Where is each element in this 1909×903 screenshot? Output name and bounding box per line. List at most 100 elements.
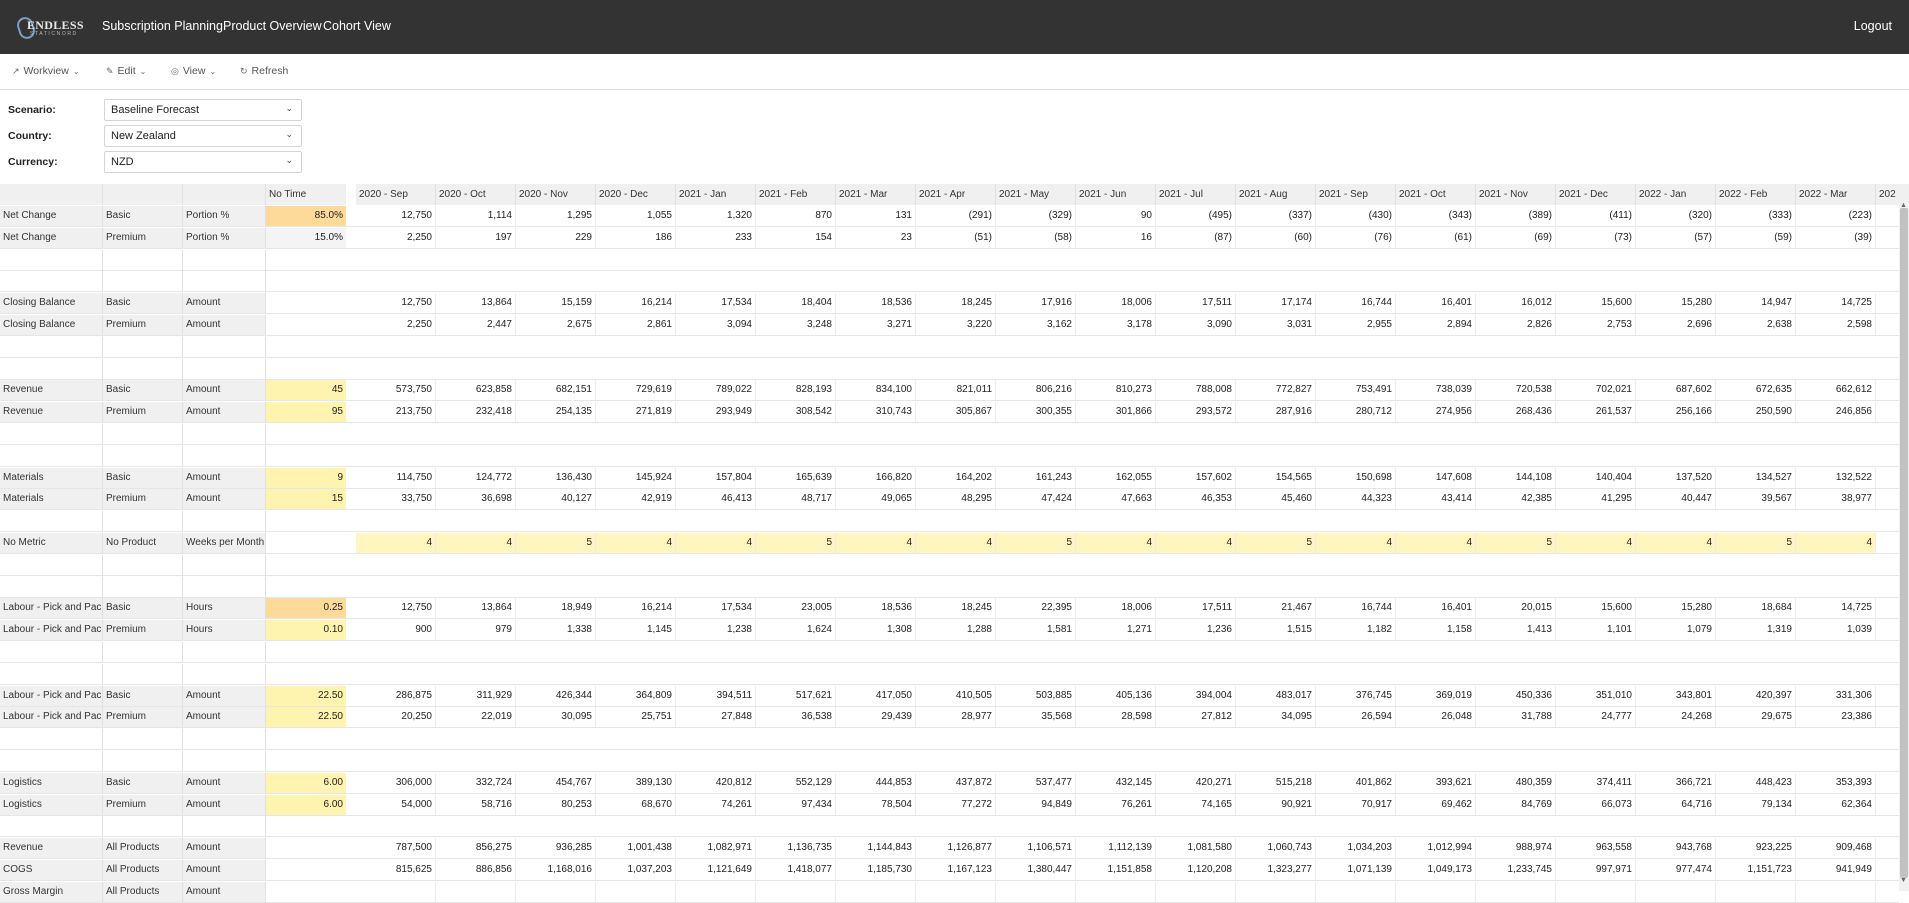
value-cell[interactable]: 988,974 — [1476, 838, 1556, 859]
value-cell[interactable]: 834,100 — [836, 380, 916, 401]
company-logo[interactable]: ENDLESS STATICNORD — [14, 13, 83, 41]
value-cell[interactable]: 682,151 — [516, 380, 596, 401]
value-cell[interactable]: 186 — [596, 227, 676, 248]
value-cell[interactable]: 29,675 — [1716, 707, 1796, 728]
value-cell[interactable] — [1796, 881, 1876, 902]
value-cell[interactable]: 18,536 — [836, 598, 916, 619]
value-cell[interactable]: 623,858 — [436, 380, 516, 401]
value-cell[interactable]: 154,565 — [1236, 467, 1316, 488]
value-cell[interactable]: 232,418 — [436, 402, 516, 423]
value-cell[interactable]: 18,245 — [916, 293, 996, 314]
value-cell[interactable] — [1236, 881, 1316, 902]
value-cell[interactable]: 271,819 — [596, 402, 676, 423]
value-cell[interactable]: 24,777 — [1556, 707, 1636, 728]
view-menu[interactable]: ◎ View ⌄ — [171, 65, 216, 77]
value-cell[interactable]: 18,245 — [916, 598, 996, 619]
value-cell[interactable]: 46,413 — [676, 489, 756, 510]
value-cell[interactable] — [676, 881, 756, 902]
value-cell[interactable]: 720,538 — [1476, 380, 1556, 401]
nav-subscription-planning[interactable]: Subscription Planning — [102, 0, 223, 54]
value-cell[interactable] — [1316, 881, 1396, 902]
no-time-value-cell[interactable]: 0.25 — [266, 598, 346, 619]
value-cell[interactable]: 923,225 — [1716, 838, 1796, 859]
value-cell[interactable]: 738,039 — [1396, 380, 1476, 401]
value-cell[interactable]: 1,081,580 — [1156, 838, 1236, 859]
value-cell[interactable]: 31,788 — [1476, 707, 1556, 728]
value-cell[interactable]: 3,271 — [836, 315, 916, 335]
value-cell[interactable] — [356, 881, 436, 902]
value-cell[interactable]: 46,353 — [1156, 489, 1236, 510]
no-time-value-cell[interactable]: 0.10 — [266, 620, 346, 641]
value-cell[interactable] — [1556, 881, 1636, 902]
value-cell[interactable]: 305,867 — [916, 402, 996, 423]
nav-product-overview[interactable]: Product Overview — [223, 0, 322, 54]
value-cell[interactable]: 4 — [1076, 533, 1156, 553]
value-cell[interactable]: 16,744 — [1316, 293, 1396, 314]
value-cell[interactable] — [1636, 881, 1716, 902]
scrollbar-thumb[interactable] — [1900, 208, 1908, 878]
value-cell[interactable]: 250,590 — [1716, 402, 1796, 423]
value-cell[interactable]: 1,185,730 — [836, 860, 916, 880]
value-cell[interactable]: 1,037,203 — [596, 860, 676, 880]
value-cell[interactable]: 22,019 — [436, 707, 516, 728]
value-cell[interactable]: 1,581 — [996, 620, 1076, 641]
value-cell[interactable]: 332,724 — [436, 772, 516, 793]
value-cell[interactable]: 364,809 — [596, 685, 676, 706]
value-cell[interactable]: 136,430 — [516, 467, 596, 488]
value-cell[interactable]: 828,193 — [756, 380, 836, 401]
value-cell[interactable]: 401,862 — [1316, 772, 1396, 793]
value-cell[interactable]: 4 — [596, 533, 676, 553]
value-cell[interactable]: 2,598 — [1796, 315, 1876, 335]
value-cell[interactable]: 78,504 — [836, 794, 916, 815]
value-cell[interactable] — [756, 881, 836, 902]
column-header[interactable]: 2021 - Feb — [756, 184, 836, 205]
value-cell[interactable] — [1156, 881, 1236, 902]
value-cell[interactable]: 40,127 — [516, 489, 596, 510]
value-cell[interactable]: 4 — [676, 533, 756, 553]
value-cell[interactable]: 293,949 — [676, 402, 756, 423]
column-header[interactable]: 2021 - Aug — [1236, 184, 1316, 205]
value-cell[interactable]: (389) — [1476, 206, 1556, 226]
value-cell[interactable]: 154 — [756, 227, 836, 248]
value-cell[interactable]: 729,619 — [596, 380, 676, 401]
value-cell[interactable]: 1,323,277 — [1236, 860, 1316, 880]
value-cell[interactable]: 23,005 — [756, 598, 836, 619]
value-cell[interactable]: 662,612 — [1796, 380, 1876, 401]
column-header[interactable]: 2022 - Feb — [1716, 184, 1796, 205]
value-cell[interactable]: 997,971 — [1556, 860, 1636, 880]
value-cell[interactable]: 33,750 — [356, 489, 436, 510]
value-cell[interactable]: 246,856 — [1796, 402, 1876, 423]
value-cell[interactable]: 310,743 — [836, 402, 916, 423]
value-cell[interactable]: 1,236 — [1156, 620, 1236, 641]
value-cell[interactable]: 66,073 — [1556, 794, 1636, 815]
value-cell[interactable]: 3,220 — [916, 315, 996, 335]
value-cell[interactable]: 503,885 — [996, 685, 1076, 706]
value-cell[interactable]: 1,136,735 — [756, 838, 836, 859]
value-cell[interactable]: 76,261 — [1076, 794, 1156, 815]
value-cell[interactable]: (69) — [1476, 227, 1556, 248]
value-cell[interactable]: 343,801 — [1636, 685, 1716, 706]
value-cell[interactable]: 42,919 — [596, 489, 676, 510]
value-cell[interactable]: (51) — [916, 227, 996, 248]
value-cell[interactable]: 134,527 — [1716, 467, 1796, 488]
value-cell[interactable]: 17,534 — [676, 293, 756, 314]
value-cell[interactable]: 16,214 — [596, 293, 676, 314]
value-cell[interactable]: 140,404 — [1556, 467, 1636, 488]
value-cell[interactable]: 28,977 — [916, 707, 996, 728]
value-cell[interactable]: 23,386 — [1796, 707, 1876, 728]
value-cell[interactable]: 12,750 — [356, 293, 436, 314]
value-cell[interactable]: 772,827 — [1236, 380, 1316, 401]
column-header[interactable]: 2021 - Jun — [1076, 184, 1156, 205]
value-cell[interactable]: 58,716 — [436, 794, 516, 815]
value-cell[interactable]: 280,712 — [1316, 402, 1396, 423]
value-cell[interactable]: 1,271 — [1076, 620, 1156, 641]
value-cell[interactable]: 1,624 — [756, 620, 836, 641]
value-cell[interactable]: 815,625 — [356, 860, 436, 880]
value-cell[interactable]: 410,505 — [916, 685, 996, 706]
no-time-value-cell[interactable]: 22.50 — [266, 685, 346, 706]
value-cell[interactable]: 18,536 — [836, 293, 916, 314]
value-cell[interactable]: 1,515 — [1236, 620, 1316, 641]
value-cell[interactable]: 97,434 — [756, 794, 836, 815]
value-cell[interactable]: 17,511 — [1156, 293, 1236, 314]
value-cell[interactable]: 480,359 — [1476, 772, 1556, 793]
